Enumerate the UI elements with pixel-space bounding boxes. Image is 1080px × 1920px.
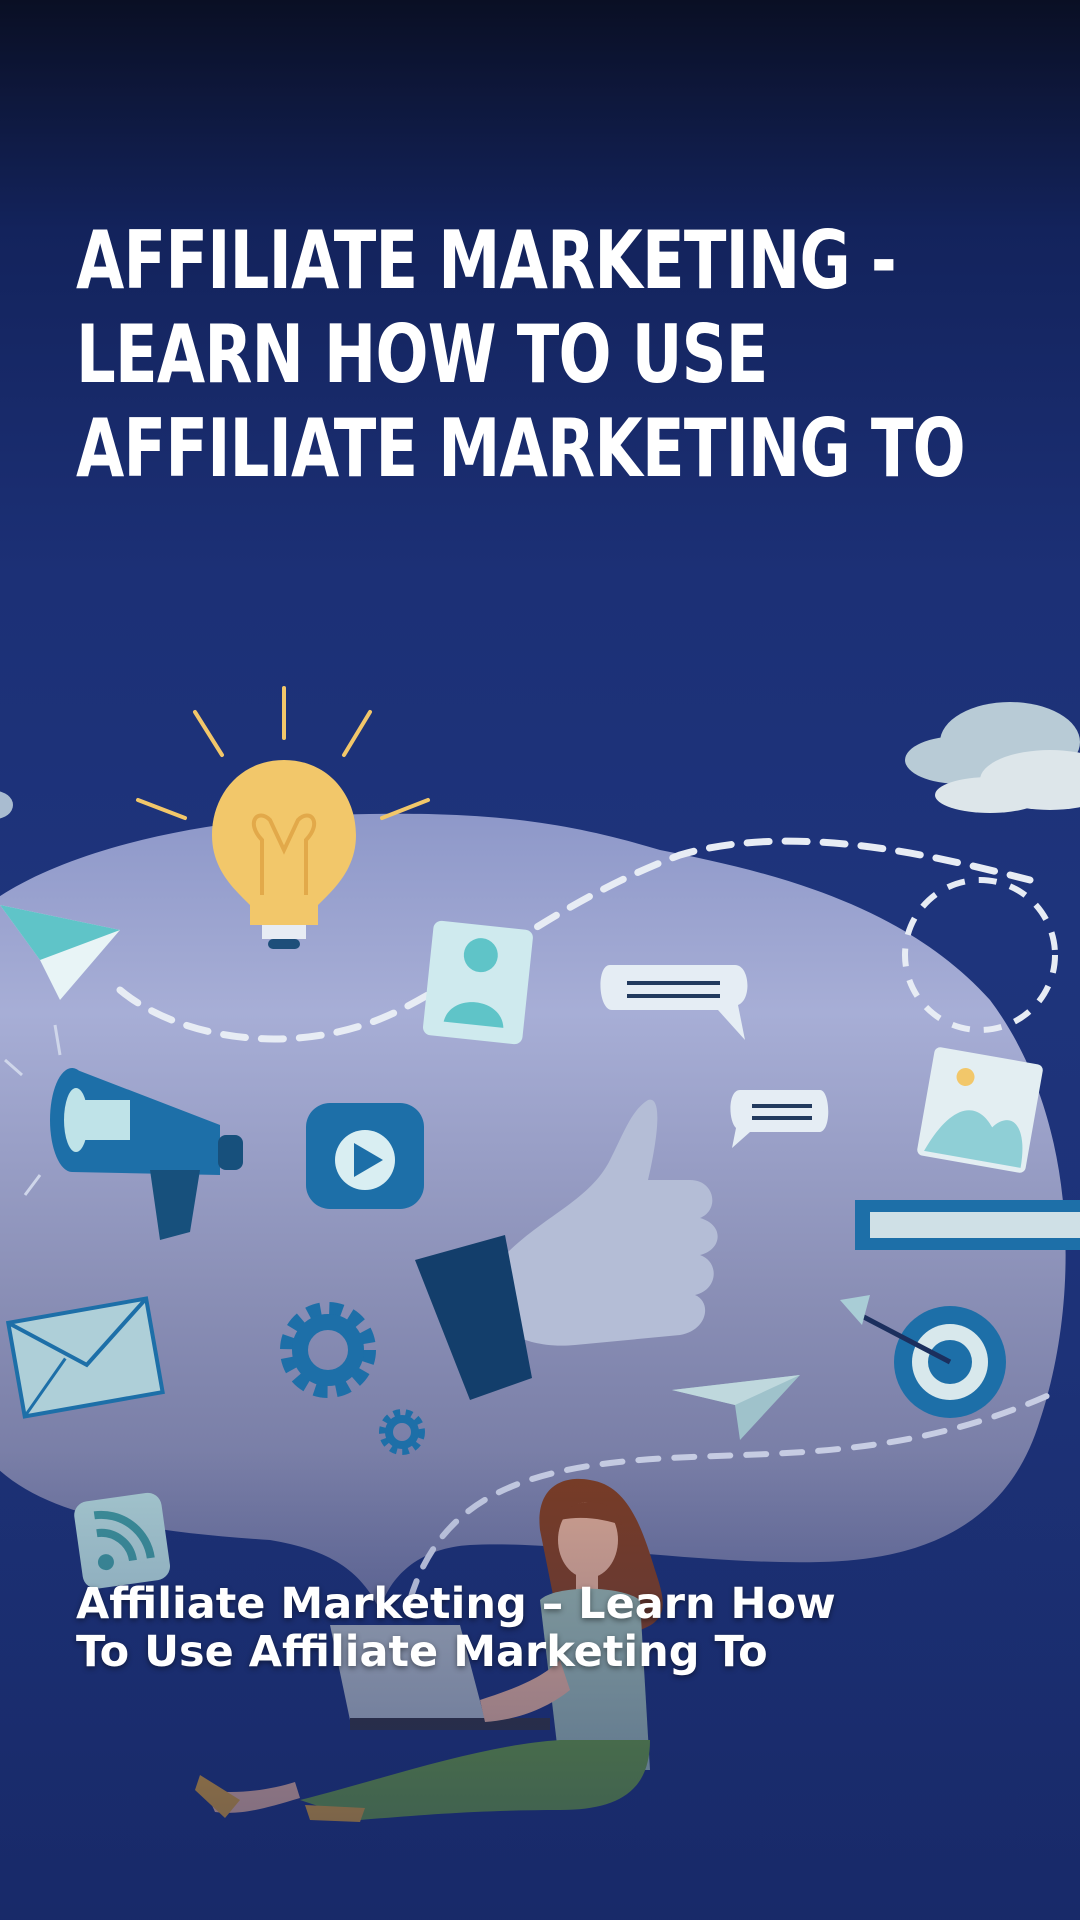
- subtitle-line-1: Affiliate Marketing – Learn How: [76, 1579, 836, 1629]
- page-title: AFFILIATE MARKETING - LEARN HOW TO USE A…: [76, 214, 966, 496]
- video-play-icon: [306, 1103, 424, 1209]
- headline-line-2: LEARN HOW TO USE: [76, 308, 768, 401]
- headline-line-1: AFFILIATE MARKETING -: [76, 214, 897, 307]
- subtitle-line-2: To Use Affiliate Marketing To: [76, 1627, 768, 1677]
- cloud-icon: [905, 702, 1080, 813]
- image-icon: [917, 1047, 1043, 1173]
- subtitle: Affiliate Marketing – Learn How To Use A…: [76, 1580, 876, 1676]
- search-bar-icon: [855, 1200, 1080, 1250]
- profile-card-icon: [423, 920, 533, 1045]
- headline-line-3: AFFILIATE MARKETING TO: [76, 402, 966, 495]
